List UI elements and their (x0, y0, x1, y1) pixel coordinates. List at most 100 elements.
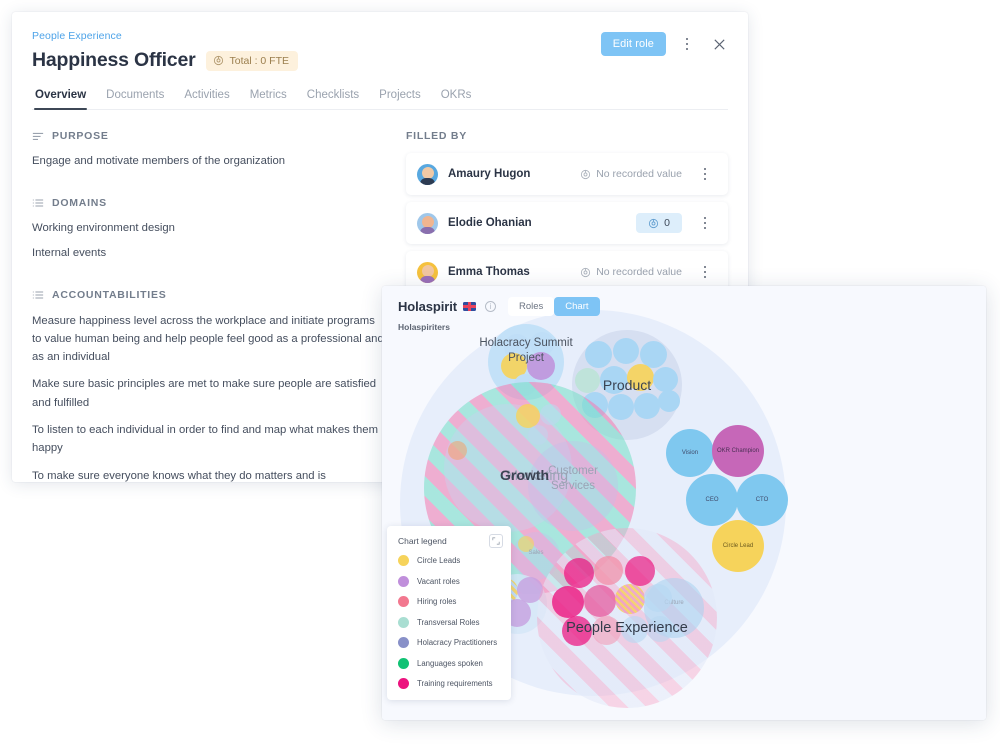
tab-documents[interactable]: Documents (105, 86, 165, 109)
legend-collapse-button[interactable] (489, 534, 503, 548)
bubble-pe-training-role[interactable] (552, 586, 584, 618)
legend-color-swatch (398, 657, 409, 669)
bubble-product-role[interactable] (585, 341, 612, 368)
bubble-pe-hiring-role[interactable] (592, 616, 621, 645)
bubble-pe-training-role[interactable] (584, 585, 616, 617)
bubble-role-vision[interactable] (666, 429, 714, 477)
bubble-product-transversal-role[interactable] (575, 368, 600, 393)
legend-item-circle-leads[interactable]: Circle Leads (398, 555, 500, 566)
legend-item-transversal-roles[interactable]: Transversal Roles (398, 616, 500, 628)
bubble-role-cto[interactable] (736, 474, 788, 526)
legend-item-holacracy-practitioners[interactable]: Holacracy Practitioners (398, 637, 500, 648)
purpose-text: Engage and motivate members of the organ… (32, 155, 286, 167)
bubble-pe-training-role[interactable] (564, 558, 594, 588)
page-title: Happiness Officer (32, 49, 196, 71)
chart-header-titleline: Holaspirit i Roles Chart (398, 297, 972, 316)
kebab-icon (685, 37, 689, 51)
member-metric-text: No recorded value (596, 168, 682, 180)
bubble-pe-role[interactable] (644, 584, 672, 612)
bubble-marketing-hiring-role[interactable] (448, 441, 467, 460)
avatar (417, 261, 438, 283)
legend-color-swatch (398, 596, 409, 607)
legend-item-training-requirements[interactable]: Training requirements (398, 678, 500, 689)
list-icon (32, 291, 44, 299)
accountability-item: To make sure everyone knows what they do… (32, 469, 326, 482)
role-tabs: Overview Documents Activities Metrics Ch… (32, 86, 728, 110)
close-button[interactable] (708, 32, 730, 56)
legend-color-swatch (398, 678, 409, 689)
bubble-customer-services[interactable] (528, 441, 618, 531)
member-row[interactable]: Amaury Hugon No recorded value (406, 153, 728, 195)
bubble-role-okr-champion[interactable] (712, 425, 764, 477)
avatar (417, 212, 438, 234)
member-options-button[interactable] (694, 162, 716, 186)
domains-section-header: DOMAINS (32, 197, 384, 209)
bubble-pe-training-role[interactable] (562, 616, 592, 646)
bubble-growth-role[interactable] (540, 404, 561, 425)
member-name: Amaury Hugon (448, 168, 531, 180)
role-left-column: PURPOSE Engage and motivate members of t… (32, 130, 384, 482)
bubble-product-role[interactable] (634, 393, 660, 419)
bubble-pe-hiring-role[interactable] (594, 556, 623, 585)
member-metric-value: No recorded value (580, 266, 682, 278)
legend-label: Circle Leads (417, 556, 461, 565)
chart-window-header: Holaspirit i Roles Chart Holaspiriters (382, 286, 986, 332)
member-metric-value[interactable]: 0 (636, 213, 682, 233)
domain-item: Working environment design (32, 221, 175, 234)
accountabilities-section-header: ACCOUNTABILITIES (32, 289, 384, 301)
legend-item-hiring-roles[interactable]: Hiring roles (398, 596, 500, 607)
toggle-roles-view[interactable]: Roles (507, 297, 555, 316)
toggle-chart-view[interactable]: Chart (554, 297, 600, 316)
filled-by-heading: FILLED BY (406, 130, 467, 142)
bubble-sales-circle-lead[interactable] (518, 536, 534, 552)
info-icon[interactable]: i (484, 301, 496, 312)
bubble-role-ceo[interactable] (686, 474, 738, 526)
legend-item-vacant-roles[interactable]: Vacant roles (398, 575, 500, 587)
bubble-product-role[interactable] (600, 366, 628, 394)
legend-label: Transversal Roles (417, 617, 480, 627)
member-metric-text: 0 (664, 217, 670, 229)
fte-badge-label: Total : 0 FTE (229, 54, 290, 67)
tab-activities[interactable]: Activities (183, 86, 230, 109)
tab-okrs[interactable]: OKRs (440, 86, 473, 109)
role-header: People Experience Happiness Officer Tota… (12, 12, 748, 110)
domains-heading: DOMAINS (52, 196, 107, 209)
bubble-growth-role[interactable] (528, 425, 548, 445)
bubble-role-circle-lead[interactable] (712, 520, 764, 572)
legend-title: Chart legend (398, 536, 447, 546)
target-icon (581, 267, 591, 277)
member-name: Emma Thomas (448, 266, 530, 278)
bubble-pe-striped-role[interactable] (615, 584, 645, 614)
member-row[interactable]: Elodie Ohanian 0 (406, 202, 728, 244)
bubble-product-role[interactable] (658, 390, 680, 412)
edit-role-button[interactable]: Edit role (600, 32, 666, 56)
tab-checklists[interactable]: Checklists (306, 86, 360, 109)
uk-flag-icon (462, 302, 476, 311)
target-icon (581, 169, 591, 179)
legend-color-swatch (398, 616, 409, 628)
bubble-pe-training-role[interactable] (625, 556, 655, 586)
bubble-product-circle-lead[interactable] (627, 364, 654, 391)
bubble-pe-role[interactable] (647, 616, 673, 642)
member-metric-value: No recorded value (580, 168, 682, 180)
tab-metrics[interactable]: Metrics (249, 86, 288, 109)
accountability-item: Measure happiness level across the workp… (32, 314, 384, 364)
bubble-product-role[interactable] (653, 367, 678, 392)
role-header-actions: Edit role (600, 32, 730, 56)
legend-color-swatch (398, 575, 409, 587)
purpose-section-header: PURPOSE (32, 130, 384, 142)
more-options-button[interactable] (676, 32, 698, 56)
member-options-button[interactable] (694, 260, 716, 284)
bubble-pe-role[interactable] (621, 616, 648, 643)
legend-item-languages-spoken[interactable]: Languages spoken (398, 657, 500, 669)
org-chart-window: Holacracy Summit Project Product Custome… (382, 286, 986, 720)
bubble-product-role[interactable] (613, 338, 639, 364)
organization-subtitle: Holaspiriters (398, 322, 450, 332)
accountability-item: To listen to each individual in order to… (32, 424, 378, 455)
member-options-button[interactable] (694, 211, 716, 235)
member-name: Elodie Ohanian (448, 217, 532, 229)
tab-projects[interactable]: Projects (378, 86, 422, 109)
tab-overview[interactable]: Overview (34, 86, 88, 110)
bubble-product-role[interactable] (608, 394, 634, 420)
legend-label: Holacracy Practitioners (417, 638, 498, 647)
